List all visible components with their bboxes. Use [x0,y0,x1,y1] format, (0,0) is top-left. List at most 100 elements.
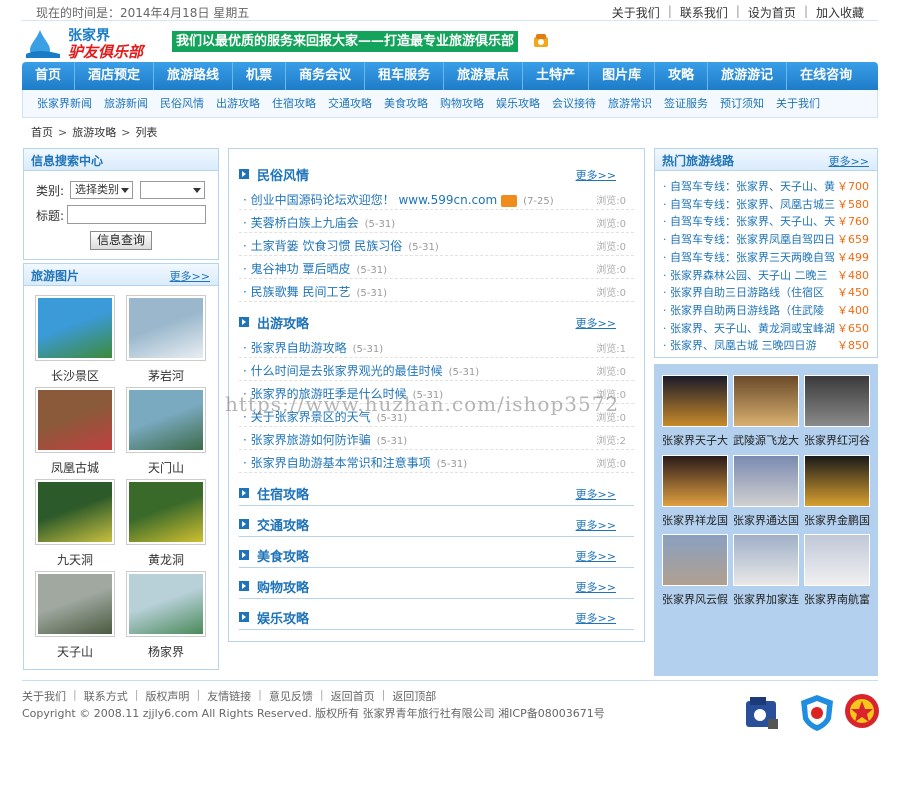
section-more-link[interactable]: 更多>> [576,167,616,183]
photo-caption[interactable]: 茅岩河 [126,367,206,384]
photo-caption[interactable]: 天子山 [35,643,115,660]
hot-route-item[interactable]: · 自驾车专线：张家界、天子山、天 ￥760 [663,211,873,229]
subnav-booking[interactable]: 预订须知 [714,90,770,118]
hot-route-item[interactable]: · 自驾车专线：张家界三天两晚自驾 ￥499 [663,247,873,265]
footer-link[interactable]: 联系方式 [84,688,128,704]
add-favorite-link[interactable]: 加入收藏 [816,4,864,21]
section-more-link[interactable]: 更多>> [576,486,616,502]
hotel-caption[interactable]: 张家界金鹏国 [802,512,872,528]
hotel-caption[interactable]: 张家界南航富 [802,591,872,607]
subnav-transport[interactable]: 交通攻略 [322,90,378,118]
breadcrumb-guides[interactable]: 旅游攻略 [72,124,116,140]
photo-thumbnail[interactable] [35,571,115,637]
nav-hotel[interactable]: 酒店预定 [75,62,155,90]
subnav-shopping[interactable]: 购物攻略 [434,90,490,118]
subnav-trip-guide[interactable]: 出游攻略 [210,90,266,118]
subnav-meetings[interactable]: 会议接待 [546,90,602,118]
police-badge-icon[interactable] [742,693,782,733]
hotel-thumbnail[interactable] [662,375,728,427]
article-link[interactable]: · 张家界自助游攻略 (5-31) [243,339,383,356]
subnav-zjj-news[interactable]: 张家界新闻 [31,90,98,118]
photo-thumbnail[interactable] [126,571,206,637]
hotel-caption[interactable]: 张家界通达国 [731,512,801,528]
subnav-entertainment[interactable]: 娱乐攻略 [490,90,546,118]
hotel-caption[interactable]: 张家界风云假 [660,591,730,607]
subnav-food[interactable]: 美食攻略 [378,90,434,118]
footer-link[interactable]: 友情链接 [207,688,251,704]
title-input[interactable] [67,205,206,224]
photo-caption[interactable]: 长沙景区 [35,367,115,384]
photo-thumbnail[interactable] [126,387,206,453]
hotel-caption[interactable]: 张家界红河谷 [802,432,872,448]
hot-route-item[interactable]: · 张家界自助三日游路线（住宿区 ￥450 [663,282,873,300]
police-emblem-icon[interactable] [842,691,882,731]
subnav-lodging[interactable]: 住宿攻略 [266,90,322,118]
section-more-link[interactable]: 更多>> [576,610,616,626]
nav-routes[interactable]: 旅游路线 [154,62,234,90]
nav-gallery[interactable]: 图片库 [589,62,656,90]
nav-guides[interactable]: 攻略 [655,62,709,90]
hotel-thumbnail[interactable] [662,455,728,507]
photo-thumbnail[interactable] [126,479,206,545]
photo-thumbnail[interactable] [35,295,115,361]
section-more-link[interactable]: 更多>> [576,315,616,331]
photo-thumbnail[interactable] [35,479,115,545]
hot-route-item[interactable]: · 自驾车专线：张家界凤凰自驾四日 ￥659 [663,229,873,247]
nav-travelogue[interactable]: 旅游游记 [708,62,788,90]
footer-link[interactable]: 返回顶部 [392,688,436,704]
section-more-link[interactable]: 更多>> [576,548,616,564]
photo-more-link[interactable]: 更多>> [170,268,210,284]
contact-link[interactable]: 联系我们 [680,4,728,21]
section-more-link[interactable]: 更多>> [576,517,616,533]
nav-home[interactable]: 首页 [22,62,76,90]
security-shield-icon[interactable] [797,693,837,733]
footer-link[interactable]: 返回首页 [331,688,375,704]
hotel-thumbnail[interactable] [662,534,728,586]
hot-route-item[interactable]: · 张家界自助两日游线路（住武陵 ￥400 [663,300,873,318]
article-link[interactable]: · 芙蓉桥白族上九庙会 (5-31) [243,214,395,231]
subcategory-select[interactable] [140,181,205,199]
hot-routes-more-link[interactable]: 更多>> [829,153,869,169]
nav-scenic[interactable]: 旅游景点 [444,62,524,90]
category-select[interactable]: 选择类别 [70,181,133,199]
hotel-thumbnail[interactable] [733,375,799,427]
photo-caption[interactable]: 黄龙洞 [126,551,206,568]
nav-specialty[interactable]: 土特产 [523,62,590,90]
footer-link[interactable]: 关于我们 [22,688,66,704]
hot-route-item[interactable]: · 自驾车专线：张家界、天子山、黄 ￥700 [663,176,873,194]
nav-flights[interactable]: 机票 [233,62,287,90]
photo-caption[interactable]: 九天洞 [35,551,115,568]
hotel-caption[interactable]: 张家界加家连 [731,591,801,607]
subnav-about[interactable]: 关于我们 [770,90,826,118]
photo-caption[interactable]: 凤凰古城 [35,459,115,476]
subnav-tips[interactable]: 旅游常识 [602,90,658,118]
subnav-customs[interactable]: 民俗风情 [154,90,210,118]
about-link[interactable]: 关于我们 [612,4,660,21]
article-link[interactable]: · 张家界自助游基本常识和注意事项 (5-31) [243,454,467,471]
hotel-thumbnail[interactable] [804,534,870,586]
breadcrumb-home[interactable]: 首页 [31,124,53,140]
hotel-thumbnail[interactable] [733,534,799,586]
photo-thumbnail[interactable] [126,295,206,361]
article-link[interactable]: · 张家界旅游如何防诈骗 (5-31) [243,431,407,448]
nav-conference[interactable]: 商务会议 [286,62,366,90]
photo-thumbnail[interactable] [35,387,115,453]
section-more-link[interactable]: 更多>> [576,579,616,595]
hot-route-item[interactable]: · 自驾车专线：张家界、凤凰古城三晚四￥580 [663,194,873,212]
footer-link[interactable]: 意见反馈 [269,688,313,704]
site-logo[interactable]: 张家界 驴友俱乐部 [26,24,166,61]
hotel-thumbnail[interactable] [804,455,870,507]
nav-car-rental[interactable]: 租车服务 [365,62,445,90]
photo-caption[interactable]: 天门山 [126,459,206,476]
subnav-travel-news[interactable]: 旅游新闻 [98,90,154,118]
search-button[interactable]: 信息查询 [90,231,152,250]
hotel-caption[interactable]: 武陵源飞龙大 [731,432,801,448]
photo-caption[interactable]: 杨家界 [126,643,206,660]
hotel-caption[interactable]: 张家界天子大 [660,432,730,448]
hot-route-item[interactable]: · 张家界、天子山、黄龙洞或宝峰湖 ￥650 [663,318,873,336]
hot-route-item[interactable]: · 张家界森林公园、天子山 二晚三 ￥480 [663,265,873,283]
article-link[interactable]: · 鬼谷神功 覃后晒皮 (5-31) [243,260,387,277]
article-link[interactable]: · 什么时间是去张家界观光的最佳时候 (5-31) [243,362,479,379]
subnav-visa[interactable]: 签证服务 [658,90,714,118]
article-link[interactable]: · 民族歌舞 民间工艺 (5-31) [243,283,387,300]
